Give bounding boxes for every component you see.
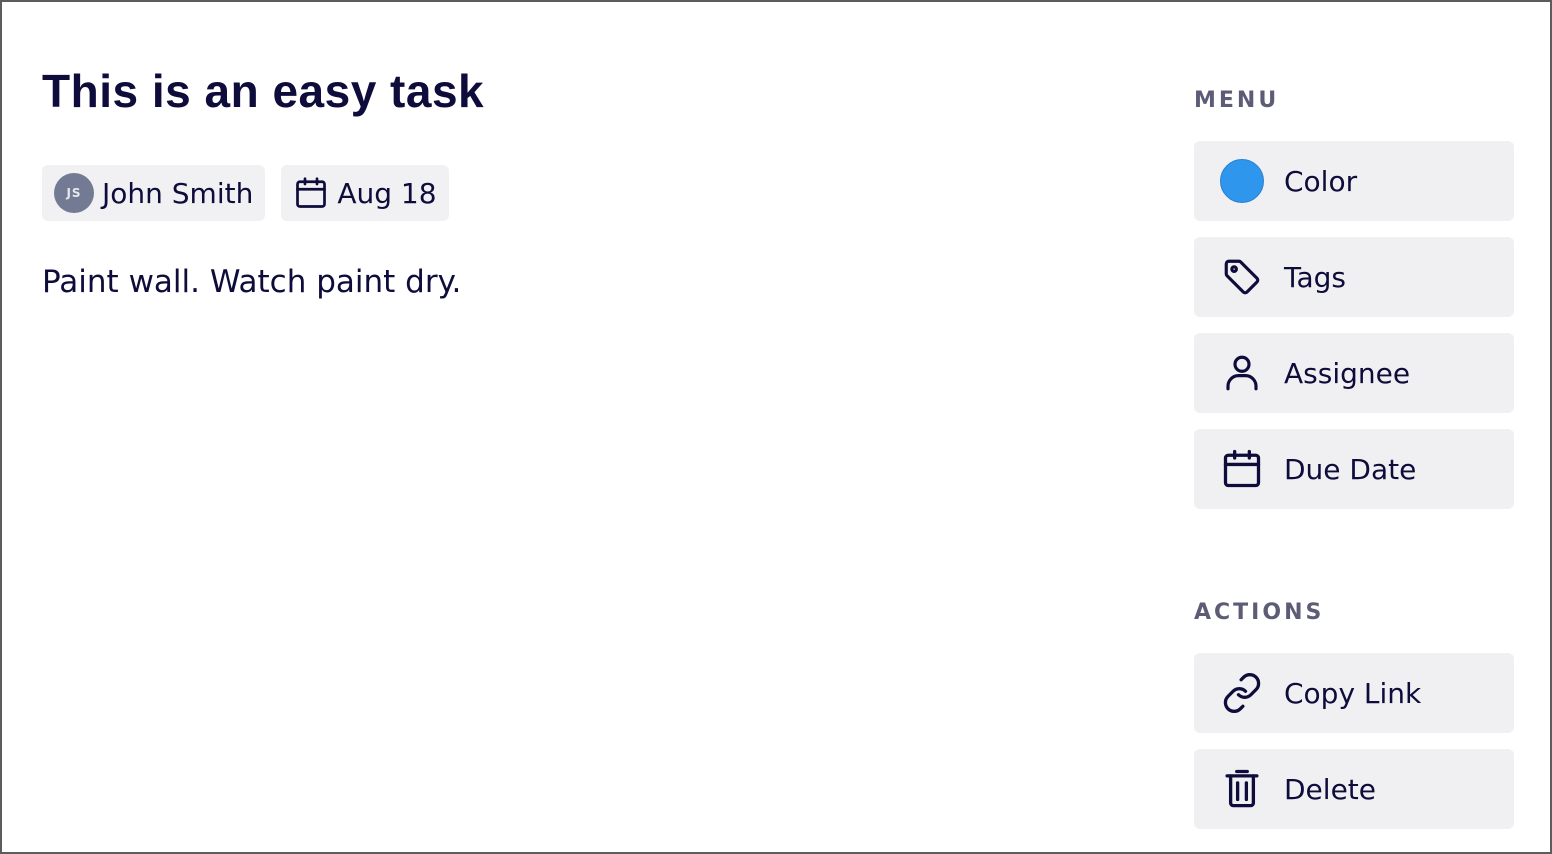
- assignee-chip[interactable]: JS John Smith: [42, 165, 266, 221]
- due-date-text: Aug 18: [337, 176, 437, 210]
- avatar: JS: [54, 173, 94, 213]
- delete-button-label: Delete: [1284, 772, 1376, 806]
- due-date-chip[interactable]: Aug 18: [281, 165, 449, 221]
- actions-heading: ACTIONS: [1194, 600, 1325, 625]
- assignee-button[interactable]: Assignee: [1194, 333, 1514, 413]
- task-meta-row: JS John Smith Aug 18: [42, 165, 449, 221]
- trash-icon: [1220, 767, 1264, 811]
- user-icon: [1220, 351, 1264, 395]
- task-detail-panel: This is an easy task JS John Smith Aug 1…: [0, 0, 1552, 854]
- due-date-button-label: Due Date: [1284, 452, 1417, 486]
- color-swatch-icon: [1220, 159, 1264, 203]
- copy-link-button[interactable]: Copy Link: [1194, 653, 1514, 733]
- task-title: This is an easy task: [42, 65, 485, 117]
- color-button-label: Color: [1284, 164, 1358, 198]
- tags-button[interactable]: Tags: [1194, 237, 1514, 317]
- tag-icon: [1220, 255, 1264, 299]
- due-date-button[interactable]: Due Date: [1194, 429, 1514, 509]
- delete-button[interactable]: Delete: [1194, 749, 1514, 829]
- copy-link-button-label: Copy Link: [1284, 676, 1422, 710]
- assignee-name: John Smith: [102, 176, 254, 210]
- assignee-button-label: Assignee: [1284, 356, 1411, 390]
- menu-heading: MENU: [1194, 88, 1280, 113]
- calendar-icon: [1220, 447, 1264, 491]
- color-button[interactable]: Color: [1194, 141, 1514, 221]
- calendar-icon: [293, 175, 329, 211]
- task-description: Paint wall. Watch paint dry.: [42, 264, 462, 300]
- tags-button-label: Tags: [1284, 260, 1346, 294]
- link-icon: [1220, 671, 1264, 715]
